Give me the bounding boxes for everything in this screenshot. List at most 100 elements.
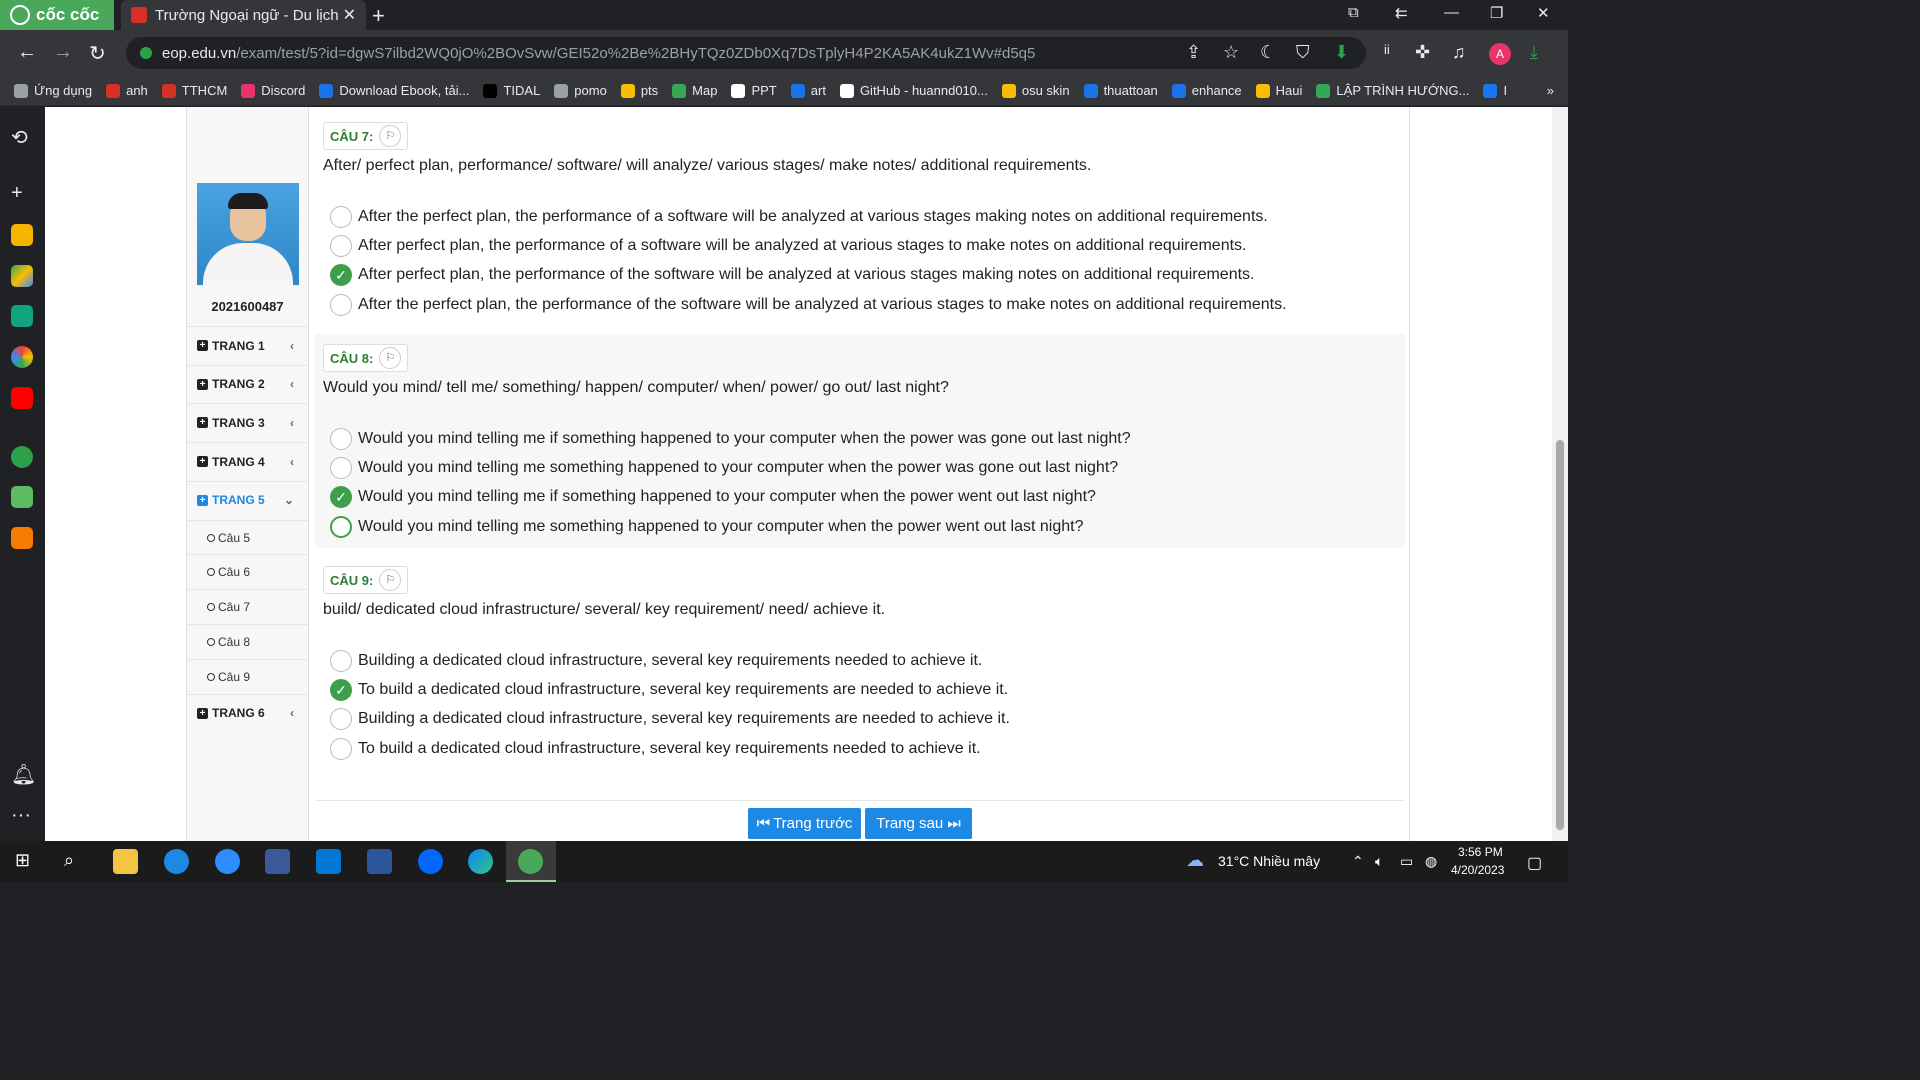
bookmark-item[interactable]: art <box>790 83 826 98</box>
back-icon[interactable]: ← <box>17 41 37 64</box>
google-drive-icon[interactable] <box>11 265 33 287</box>
radio-button[interactable] <box>330 206 352 228</box>
action-center-icon[interactable]: ▢ <box>1527 853 1542 873</box>
back-to-icon[interactable]: ⇇ <box>1395 4 1408 22</box>
playlist-icon[interactable]: ♫ <box>1452 42 1466 63</box>
chatgpt-icon[interactable] <box>11 305 33 327</box>
prev-page-button[interactable]: ⏮ Trang trước <box>748 808 861 839</box>
file-explorer-icon[interactable] <box>113 849 138 874</box>
bookmark-item[interactable]: Download Ebook, tải... <box>319 83 469 98</box>
radio-button[interactable] <box>330 737 352 760</box>
page-nav-item-3[interactable]: + TRANG 3 ‹ <box>187 403 308 441</box>
coccoc-menu-button[interactable]: cốc cốc <box>0 0 114 30</box>
bookmark-item[interactable]: I <box>1483 83 1507 98</box>
browser-tab-active[interactable]: Trường Ngoại ngữ - Du lịch ✕ <box>121 0 366 30</box>
radio-checked-icon[interactable]: ✓ <box>330 679 352 702</box>
question-nav-item[interactable]: Câu 6 <box>187 554 308 589</box>
notifications-bell-icon[interactable]: 🔔︎ <box>11 762 36 787</box>
answer-option[interactable]: After the perfect plan, the performance … <box>330 206 1268 228</box>
profile-avatar[interactable]: A <box>1489 43 1511 65</box>
new-tab-icon[interactable]: + <box>372 3 385 29</box>
feedback-app-icon[interactable] <box>164 849 189 874</box>
game-icon[interactable] <box>11 446 33 468</box>
answer-option[interactable]: ✓ After perfect plan, the performance of … <box>330 264 1255 287</box>
bookmark-item[interactable]: TTHCM <box>161 83 227 98</box>
answer-option[interactable]: Would you mind telling me if something h… <box>330 428 1131 450</box>
bookmark-item[interactable]: osu skin <box>1001 83 1070 98</box>
word-icon[interactable] <box>367 849 392 874</box>
radio-button[interactable] <box>330 650 352 672</box>
google-icon[interactable] <box>11 346 33 368</box>
radio-button[interactable] <box>330 457 352 480</box>
tray-chevron-icon[interactable]: ⌃ <box>1352 853 1364 870</box>
bookmark-item[interactable]: GitHub - huannd010... <box>839 83 988 98</box>
answer-option[interactable]: Building a dedicated cloud infrastructur… <box>330 650 982 672</box>
download-icon[interactable]: ⬇ <box>1334 42 1349 63</box>
bookmark-item[interactable]: anh <box>106 83 148 98</box>
question-nav-item[interactable]: Câu 7 <box>187 589 308 624</box>
bookmark-item[interactable]: pts <box>620 83 658 98</box>
bookmark-item[interactable]: enhance <box>1171 83 1242 98</box>
extensions-puzzle-icon[interactable]: ✜ <box>1415 42 1430 63</box>
radio-button[interactable] <box>330 293 352 316</box>
shopping-cart-icon[interactable] <box>11 527 33 549</box>
bookmark-item[interactable]: PPT <box>731 83 777 98</box>
minimize-icon[interactable]: — <box>1444 4 1459 21</box>
radio-checked-icon[interactable]: ✓ <box>330 264 352 287</box>
bookmark-item[interactable]: Ứng dụng <box>14 83 92 98</box>
volume-icon[interactable]: 🔈︎ <box>1375 853 1383 870</box>
answer-option[interactable]: ✓ Would you mind telling me if something … <box>330 486 1096 509</box>
bookmark-item[interactable]: TIDAL <box>483 83 540 98</box>
history-icon[interactable]: ⟲ <box>11 125 28 150</box>
weather-text[interactable]: 31°C Nhiều mây <box>1218 853 1320 869</box>
clock-time[interactable]: 3:56 PM <box>1458 845 1503 859</box>
bookmark-star-icon[interactable]: ☆ <box>1223 42 1239 63</box>
radio-checked-icon[interactable]: ✓ <box>330 486 352 509</box>
share-icon[interactable]: ⇪ <box>1186 42 1201 63</box>
answer-option[interactable]: Building a dedicated cloud infrastructur… <box>330 708 1010 731</box>
answer-option[interactable]: To build a dedicated cloud infrastructur… <box>330 737 981 760</box>
close-window-icon[interactable]: ✕ <box>1537 4 1550 22</box>
address-bar[interactable]: eop.edu.vn /exam/test/5?id=dgwS7ilbd2WQ0… <box>126 37 1366 69</box>
bookmark-item[interactable]: pomo <box>554 83 607 98</box>
radio-button[interactable] <box>330 235 352 258</box>
radio-button[interactable] <box>330 428 352 450</box>
devc-icon[interactable] <box>265 849 290 874</box>
page-nav-item-5[interactable]: + TRANG 5 ⌄ <box>187 480 308 519</box>
page-nav-item-6[interactable]: + TRANG 6 ‹ <box>187 693 308 732</box>
dark-mode-icon[interactable]: ☾ <box>1260 42 1276 63</box>
page-nav-item-2[interactable]: + TRANG 2 ‹ <box>187 364 308 403</box>
radio-button[interactable] <box>330 515 352 538</box>
zoom-icon[interactable] <box>215 849 240 874</box>
reload-icon[interactable]: ↻ <box>89 41 106 66</box>
question-nav-item[interactable]: Câu 8 <box>187 623 308 659</box>
question-nav-item[interactable]: Câu 5 <box>187 519 308 555</box>
bookmark-item[interactable]: thuattoan <box>1083 83 1158 98</box>
answer-option[interactable]: Would you mind telling me something happ… <box>330 457 1118 480</box>
clock-date[interactable]: 4/20/2023 <box>1451 863 1504 877</box>
battery-icon[interactable]: ▭ <box>1400 853 1413 870</box>
answer-option[interactable]: ✓ To build a dedicated cloud infrastructu… <box>330 679 1008 702</box>
zalo-icon[interactable] <box>418 849 443 874</box>
forward-icon[interactable]: → <box>53 41 73 64</box>
radio-button[interactable] <box>330 708 352 731</box>
question-nav-item[interactable]: Câu 9 <box>187 658 308 694</box>
bookmarks-overflow-icon[interactable]: » <box>1547 83 1568 98</box>
downloads-icon[interactable]: ⤓ <box>1530 42 1538 63</box>
edge-dev-icon[interactable] <box>468 849 493 874</box>
bookmark-item[interactable]: LẬP TRÌNH HƯỚNG... <box>1316 83 1469 98</box>
answer-option[interactable]: After perfect plan, the performance of a… <box>330 235 1246 258</box>
next-page-button[interactable]: Trang sau ⏭ <box>865 808 972 839</box>
add-panel-icon[interactable]: + <box>11 182 23 205</box>
answer-option[interactable]: After the perfect plan, the performance … <box>330 293 1287 316</box>
start-windows-icon[interactable]: ⊞ <box>15 850 30 871</box>
scrollbar-thumb[interactable] <box>1556 440 1564 830</box>
notes-app-icon[interactable] <box>11 224 33 246</box>
vscode-icon[interactable] <box>316 849 341 874</box>
restore-icon[interactable]: ❐ <box>1490 4 1503 22</box>
close-tab-icon[interactable]: ✕ <box>343 5 356 25</box>
bookmark-item[interactable]: Haui <box>1255 83 1302 98</box>
more-options-icon[interactable]: ··· <box>11 804 31 827</box>
answer-option[interactable]: Would you mind telling me something happ… <box>330 515 1083 538</box>
flag-icon[interactable]: ⚐ <box>379 347 402 369</box>
